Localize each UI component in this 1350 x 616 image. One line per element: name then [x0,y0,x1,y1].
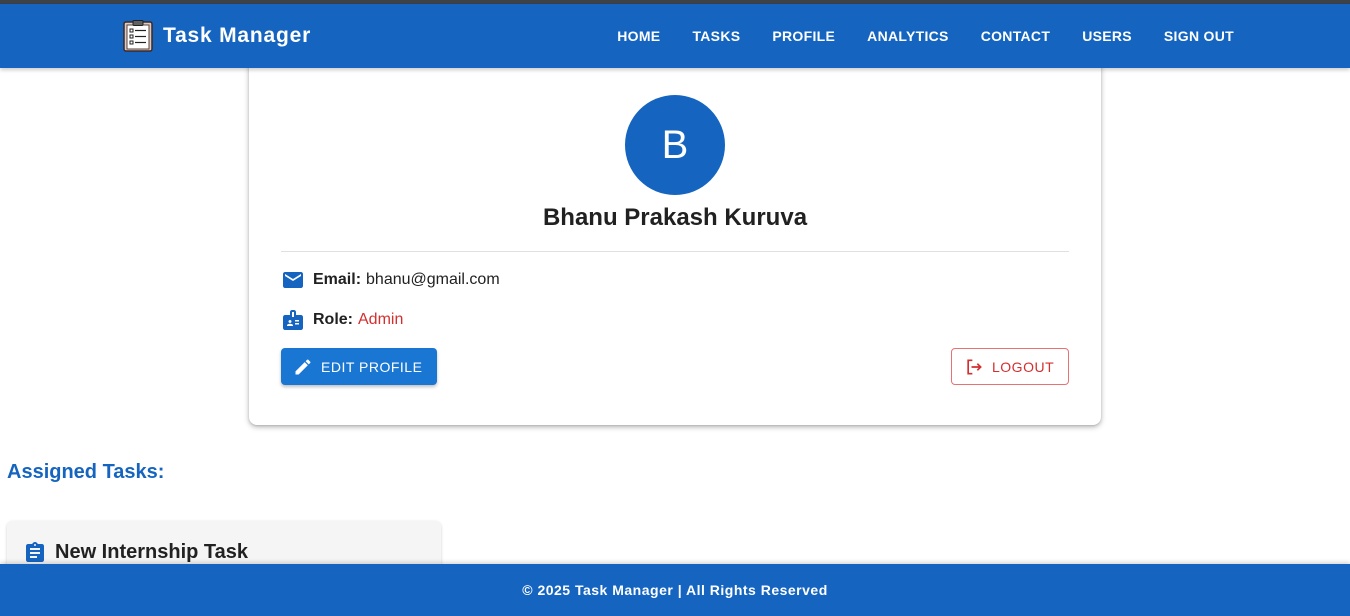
profile-card: B Bhanu Prakash Kuruva Email: bhanu@gmai… [249,50,1101,425]
logout-icon [967,359,982,374]
brand[interactable]: Task Manager [123,20,311,52]
edit-profile-label: EDIT PROFILE [321,358,423,375]
nav-users[interactable]: USERS [1082,28,1132,44]
nav-menu: HOME TASKS PROFILE ANALYTICS CONTACT USE… [617,22,1234,50]
task-title: New Internship Task [55,541,249,563]
app-title: Task Manager [163,24,312,47]
nav-contact[interactable]: CONTACT [981,28,1051,44]
role-value: Admin [358,311,404,328]
logout-button[interactable]: LOGOUT [951,348,1069,385]
email-row: Email: bhanu@gmail.com [281,268,500,292]
role-label: Role: [313,311,353,328]
email-value: bhanu@gmail.com [366,271,500,288]
edit-profile-button[interactable]: EDIT PROFILE [281,348,437,385]
nav-analytics[interactable]: ANALYTICS [867,28,949,44]
role-row: Role: Admin [281,308,403,332]
badge-icon [283,310,303,330]
footer: © 2025 Task Manager | All Rights Reserve… [0,564,1350,616]
assignment-icon [26,542,44,562]
divider [281,251,1069,252]
navbar: Task Manager HOME TASKS PROFILE ANALYTIC… [0,4,1350,68]
nav-tasks[interactable]: TASKS [692,28,740,44]
nav-sign-out[interactable]: SIGN OUT [1164,28,1234,44]
assigned-tasks-heading: Assigned Tasks: [7,461,165,483]
footer-text: © 2025 Task Manager | All Rights Reserve… [522,582,828,598]
clipboard-checklist-icon [123,20,153,52]
nav-home[interactable]: HOME [617,28,660,44]
logout-label: LOGOUT [992,358,1055,375]
pencil-icon [295,358,311,374]
nav-profile[interactable]: PROFILE [772,28,835,44]
email-label: Email: [313,271,362,288]
avatar: B [625,95,725,195]
mail-icon [283,272,303,288]
user-name: Bhanu Prakash Kuruva [542,204,808,231]
